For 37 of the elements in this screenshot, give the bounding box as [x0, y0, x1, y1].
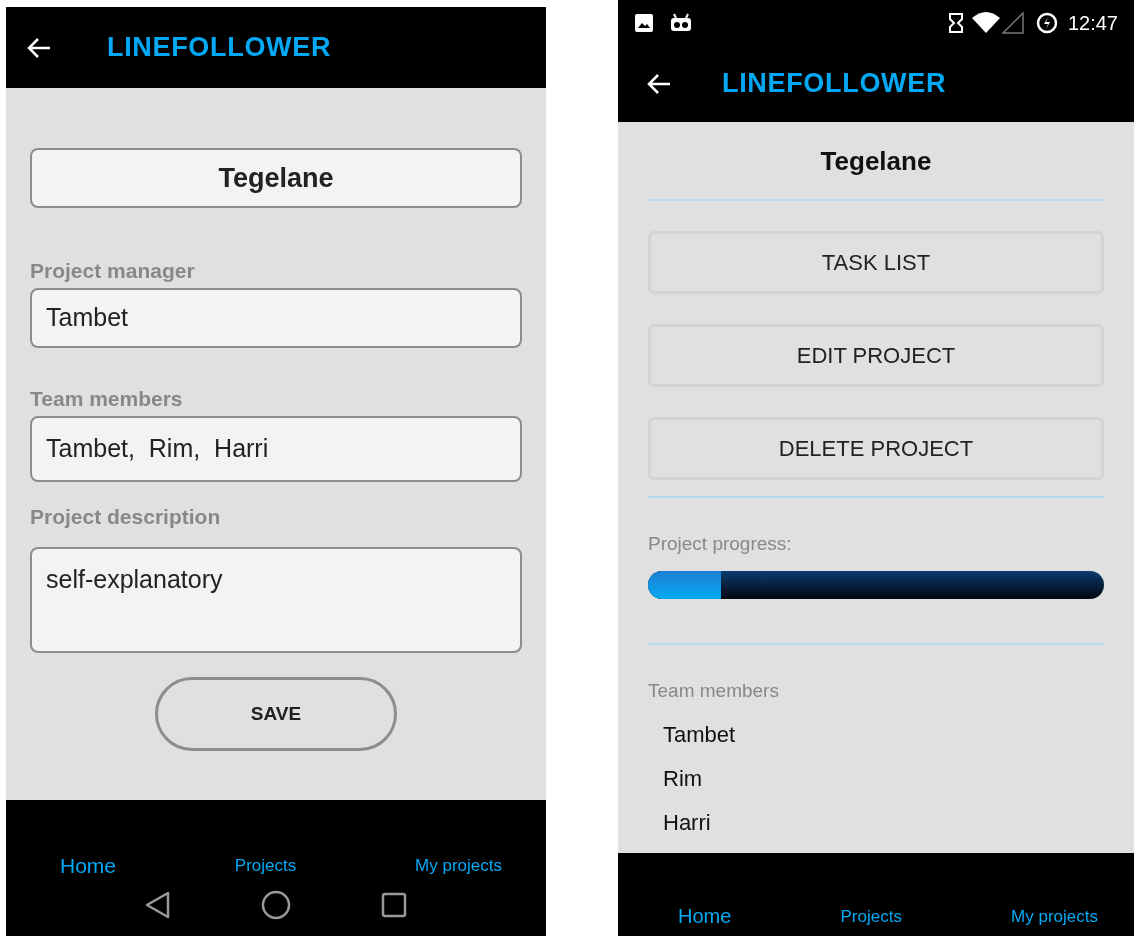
team-member: Tambet [663, 721, 736, 749]
nav-tab[interactable]: Projects [234, 853, 297, 879]
robot-icon [670, 12, 692, 33]
action-button[interactable]: TASK LIST [648, 231, 1104, 294]
wifi-icon [971, 11, 1000, 34]
status-time: 12:47 [1067, 10, 1118, 36]
field-label: Project manager [30, 258, 195, 284]
project-name-field[interactable]: Tegelane [30, 148, 522, 208]
nav-tab[interactable]: My projects [415, 853, 502, 879]
hourglass-icon [947, 11, 964, 34]
app-title: LINEFOLLOWER [722, 67, 947, 101]
input-field[interactable]: Tambet [30, 288, 522, 348]
recents-icon[interactable] [381, 892, 407, 918]
section-heading: Team members [648, 678, 779, 703]
back-icon[interactable] [646, 71, 672, 96]
nav-tab[interactable]: Home [678, 901, 732, 931]
team-member: Harri [663, 809, 711, 837]
input-field[interactable]: Tambet, Rim, Harri [30, 416, 522, 482]
action-button[interactable]: DELETE PROJECT [648, 417, 1104, 480]
save-button[interactable]: SAVE [155, 677, 397, 751]
app-title: LINEFOLLOWER [107, 31, 332, 65]
signal-icon [1001, 11, 1024, 34]
nav-tab[interactable]: Projects [840, 904, 902, 930]
field-label: Project description [30, 504, 221, 530]
action-button[interactable]: EDIT PROJECT [648, 324, 1104, 387]
image-icon [634, 12, 654, 33]
nav-tab[interactable]: Home [60, 850, 117, 882]
nav-tab[interactable]: My projects [1011, 904, 1098, 930]
team-member: Rim [663, 765, 703, 793]
back-icon[interactable] [145, 891, 171, 919]
battery-saver-icon [1035, 11, 1058, 34]
progress-label: Project progress: [648, 532, 792, 556]
project-title: Tegelane [820, 145, 932, 178]
field-label: Team members [30, 386, 183, 412]
input-field[interactable]: self-explanatory [30, 547, 522, 653]
home-icon[interactable] [261, 890, 291, 920]
back-icon[interactable] [26, 35, 52, 60]
